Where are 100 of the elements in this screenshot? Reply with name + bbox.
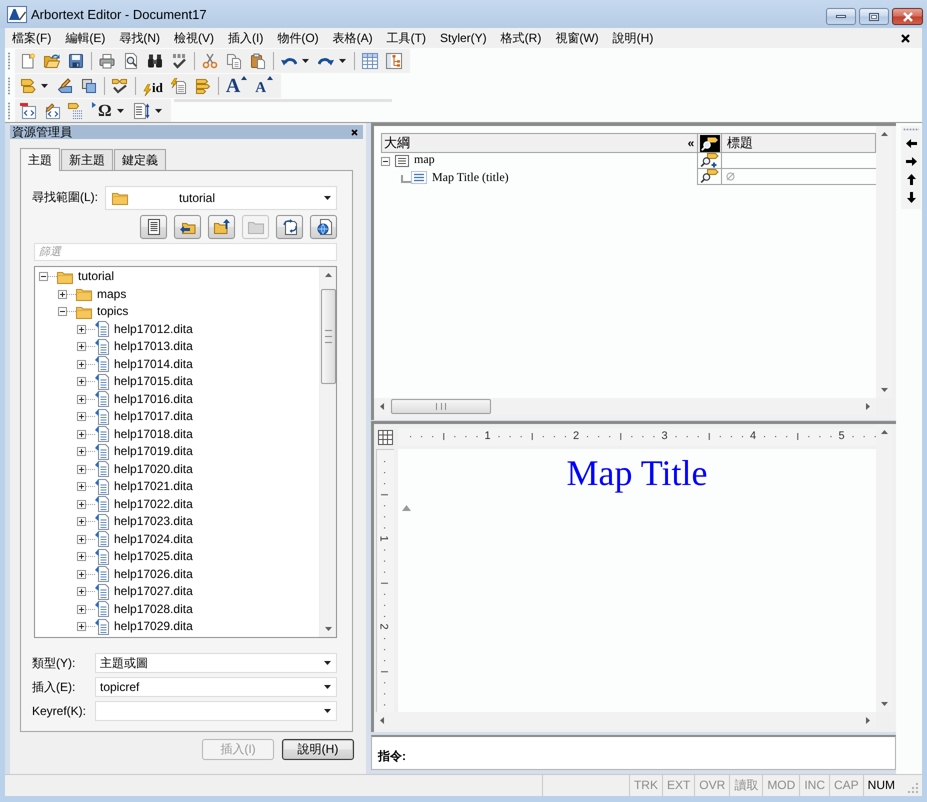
tree-item[interactable]: help17015.dita xyxy=(114,374,193,390)
tree-item[interactable]: maps xyxy=(97,286,126,302)
expand-icon[interactable] xyxy=(77,377,86,386)
tree-item[interactable]: help17012.dita xyxy=(114,322,193,337)
spell-check-icon[interactable] xyxy=(171,53,187,69)
refresh-button[interactable] xyxy=(276,215,303,239)
folder-up-button[interactable] xyxy=(208,215,235,239)
tree-item[interactable]: help17020.dita xyxy=(114,462,193,477)
dropdown[interactable]: topicref xyxy=(95,677,337,697)
print-preview-icon[interactable] xyxy=(123,53,139,69)
expand-icon[interactable] xyxy=(77,430,86,439)
outline-item[interactable]: map xyxy=(414,153,435,166)
tree-item[interactable]: help17025.dita xyxy=(114,549,193,564)
scroll-thumb[interactable] xyxy=(391,399,491,414)
tag-lines-icon[interactable] xyxy=(68,102,84,118)
menu-item[interactable]: 檔案(F) xyxy=(5,29,58,47)
scroll-down-icon[interactable] xyxy=(324,627,332,631)
arrow-left-icon[interactable] xyxy=(906,138,916,149)
edit-markup-icon[interactable] xyxy=(44,102,60,118)
menu-item[interactable]: 格式(R) xyxy=(494,29,548,47)
expand-icon[interactable] xyxy=(58,290,67,299)
help-button[interactable]: 說明(H) xyxy=(282,739,354,760)
collapse-icon[interactable] xyxy=(381,156,390,166)
expand-icon[interactable] xyxy=(77,360,86,369)
dropdown[interactable]: tutorial xyxy=(105,186,337,210)
binoculars-icon[interactable] xyxy=(147,53,163,69)
new-document-icon[interactable] xyxy=(20,53,36,69)
dropdown-arrow-icon[interactable] xyxy=(41,84,48,88)
tree-item[interactable]: help17023.dita xyxy=(114,514,193,530)
expand-icon[interactable] xyxy=(77,324,86,334)
shrink-font-button[interactable]: A xyxy=(255,76,274,96)
outline-item[interactable]: Map Title (title) xyxy=(432,170,509,184)
grid-icon[interactable] xyxy=(378,430,392,444)
toolbar-grip[interactable] xyxy=(7,52,11,70)
tag-stack-icon[interactable] xyxy=(194,78,211,94)
scroll-thumb[interactable] xyxy=(320,289,336,384)
expand-icon[interactable] xyxy=(77,570,86,579)
tree-item[interactable]: help17029.dita xyxy=(114,619,193,634)
menu-item[interactable]: 編輯(E) xyxy=(58,29,112,47)
scroll-right-icon[interactable] xyxy=(866,403,870,410)
paste-icon[interactable] xyxy=(250,53,266,69)
toolbar-grip[interactable] xyxy=(7,102,11,120)
tree-item[interactable]: help17021.dita xyxy=(114,479,193,494)
menu-item[interactable]: Styler(Y) xyxy=(432,29,494,47)
column-header[interactable]: 大綱 xyxy=(381,133,685,153)
scissors-icon[interactable] xyxy=(202,53,218,69)
expand-icon[interactable] xyxy=(77,517,86,526)
tag-search-add-icon[interactable] xyxy=(700,153,720,168)
tree-item[interactable]: help17019.dita xyxy=(114,444,193,460)
menu-item[interactable]: 插入(I) xyxy=(221,29,270,47)
scroll-right-icon[interactable] xyxy=(866,717,870,724)
expand-icon[interactable] xyxy=(77,604,86,614)
tag-search-icon[interactable] xyxy=(700,134,720,152)
expand-icon[interactable] xyxy=(77,500,86,509)
collapse-icon[interactable] xyxy=(58,307,67,316)
expand-icon[interactable] xyxy=(77,534,86,544)
tree-item[interactable]: help17022.dita xyxy=(114,496,193,512)
tree-item[interactable]: tutorial xyxy=(78,269,114,284)
expand-icon[interactable] xyxy=(77,622,86,632)
scroll-down-icon[interactable] xyxy=(881,702,888,706)
symbol-button[interactable]: Ω xyxy=(92,100,112,120)
arrow-right-icon[interactable] xyxy=(906,156,916,167)
close-button[interactable] xyxy=(892,8,923,25)
dropdown-arrow-icon[interactable] xyxy=(154,108,162,112)
scroll-down-icon[interactable] xyxy=(881,388,888,392)
table-icon[interactable] xyxy=(362,53,378,69)
scroll-left-icon[interactable] xyxy=(380,717,384,724)
command-field[interactable]: 指令: xyxy=(371,735,896,770)
tree-item[interactable]: help17018.dita xyxy=(114,426,193,442)
tree-item[interactable]: help17024.dita xyxy=(114,532,193,547)
grow-font-button[interactable]: A xyxy=(226,76,248,96)
tree-item[interactable]: help17027.dita xyxy=(114,584,193,600)
collapse-icon[interactable] xyxy=(39,272,48,282)
maximize-button[interactable] xyxy=(859,8,889,25)
menu-item[interactable]: 工具(T) xyxy=(380,29,433,47)
tab[interactable]: 主題 xyxy=(20,148,60,171)
tab[interactable]: 新主題 xyxy=(61,149,113,170)
save-icon[interactable] xyxy=(68,53,84,69)
toolbar-grip[interactable] xyxy=(7,77,11,95)
tree-item[interactable]: help17017.dita xyxy=(114,409,193,424)
tree-item[interactable]: help17014.dita xyxy=(114,356,193,372)
markup-icon[interactable] xyxy=(20,102,36,118)
tree-item[interactable]: help17013.dita xyxy=(114,339,193,354)
insert-id-button[interactable]: id xyxy=(143,76,163,96)
tree-item[interactable]: help17028.dita xyxy=(114,602,193,617)
vertical-scrollbar[interactable] xyxy=(319,267,336,637)
collapse-button[interactable]: « xyxy=(685,133,697,153)
menu-item[interactable]: 說明(H) xyxy=(606,29,660,47)
tree-item[interactable]: topics xyxy=(97,304,128,320)
menu-item[interactable]: 物件(O) xyxy=(270,29,326,47)
expand-icon[interactable] xyxy=(77,482,86,492)
dropdown[interactable]: 主題或圖 xyxy=(95,653,337,673)
resize-grip-icon[interactable] xyxy=(907,782,919,794)
expand-icon[interactable] xyxy=(77,447,86,456)
expand-icon[interactable] xyxy=(77,412,86,422)
overlapping-squares-icon[interactable] xyxy=(81,78,97,94)
scroll-up-icon[interactable] xyxy=(881,132,888,136)
expand-icon[interactable] xyxy=(77,342,86,352)
tree-panel-icon[interactable] xyxy=(386,53,402,69)
expand-icon[interactable] xyxy=(77,587,86,596)
